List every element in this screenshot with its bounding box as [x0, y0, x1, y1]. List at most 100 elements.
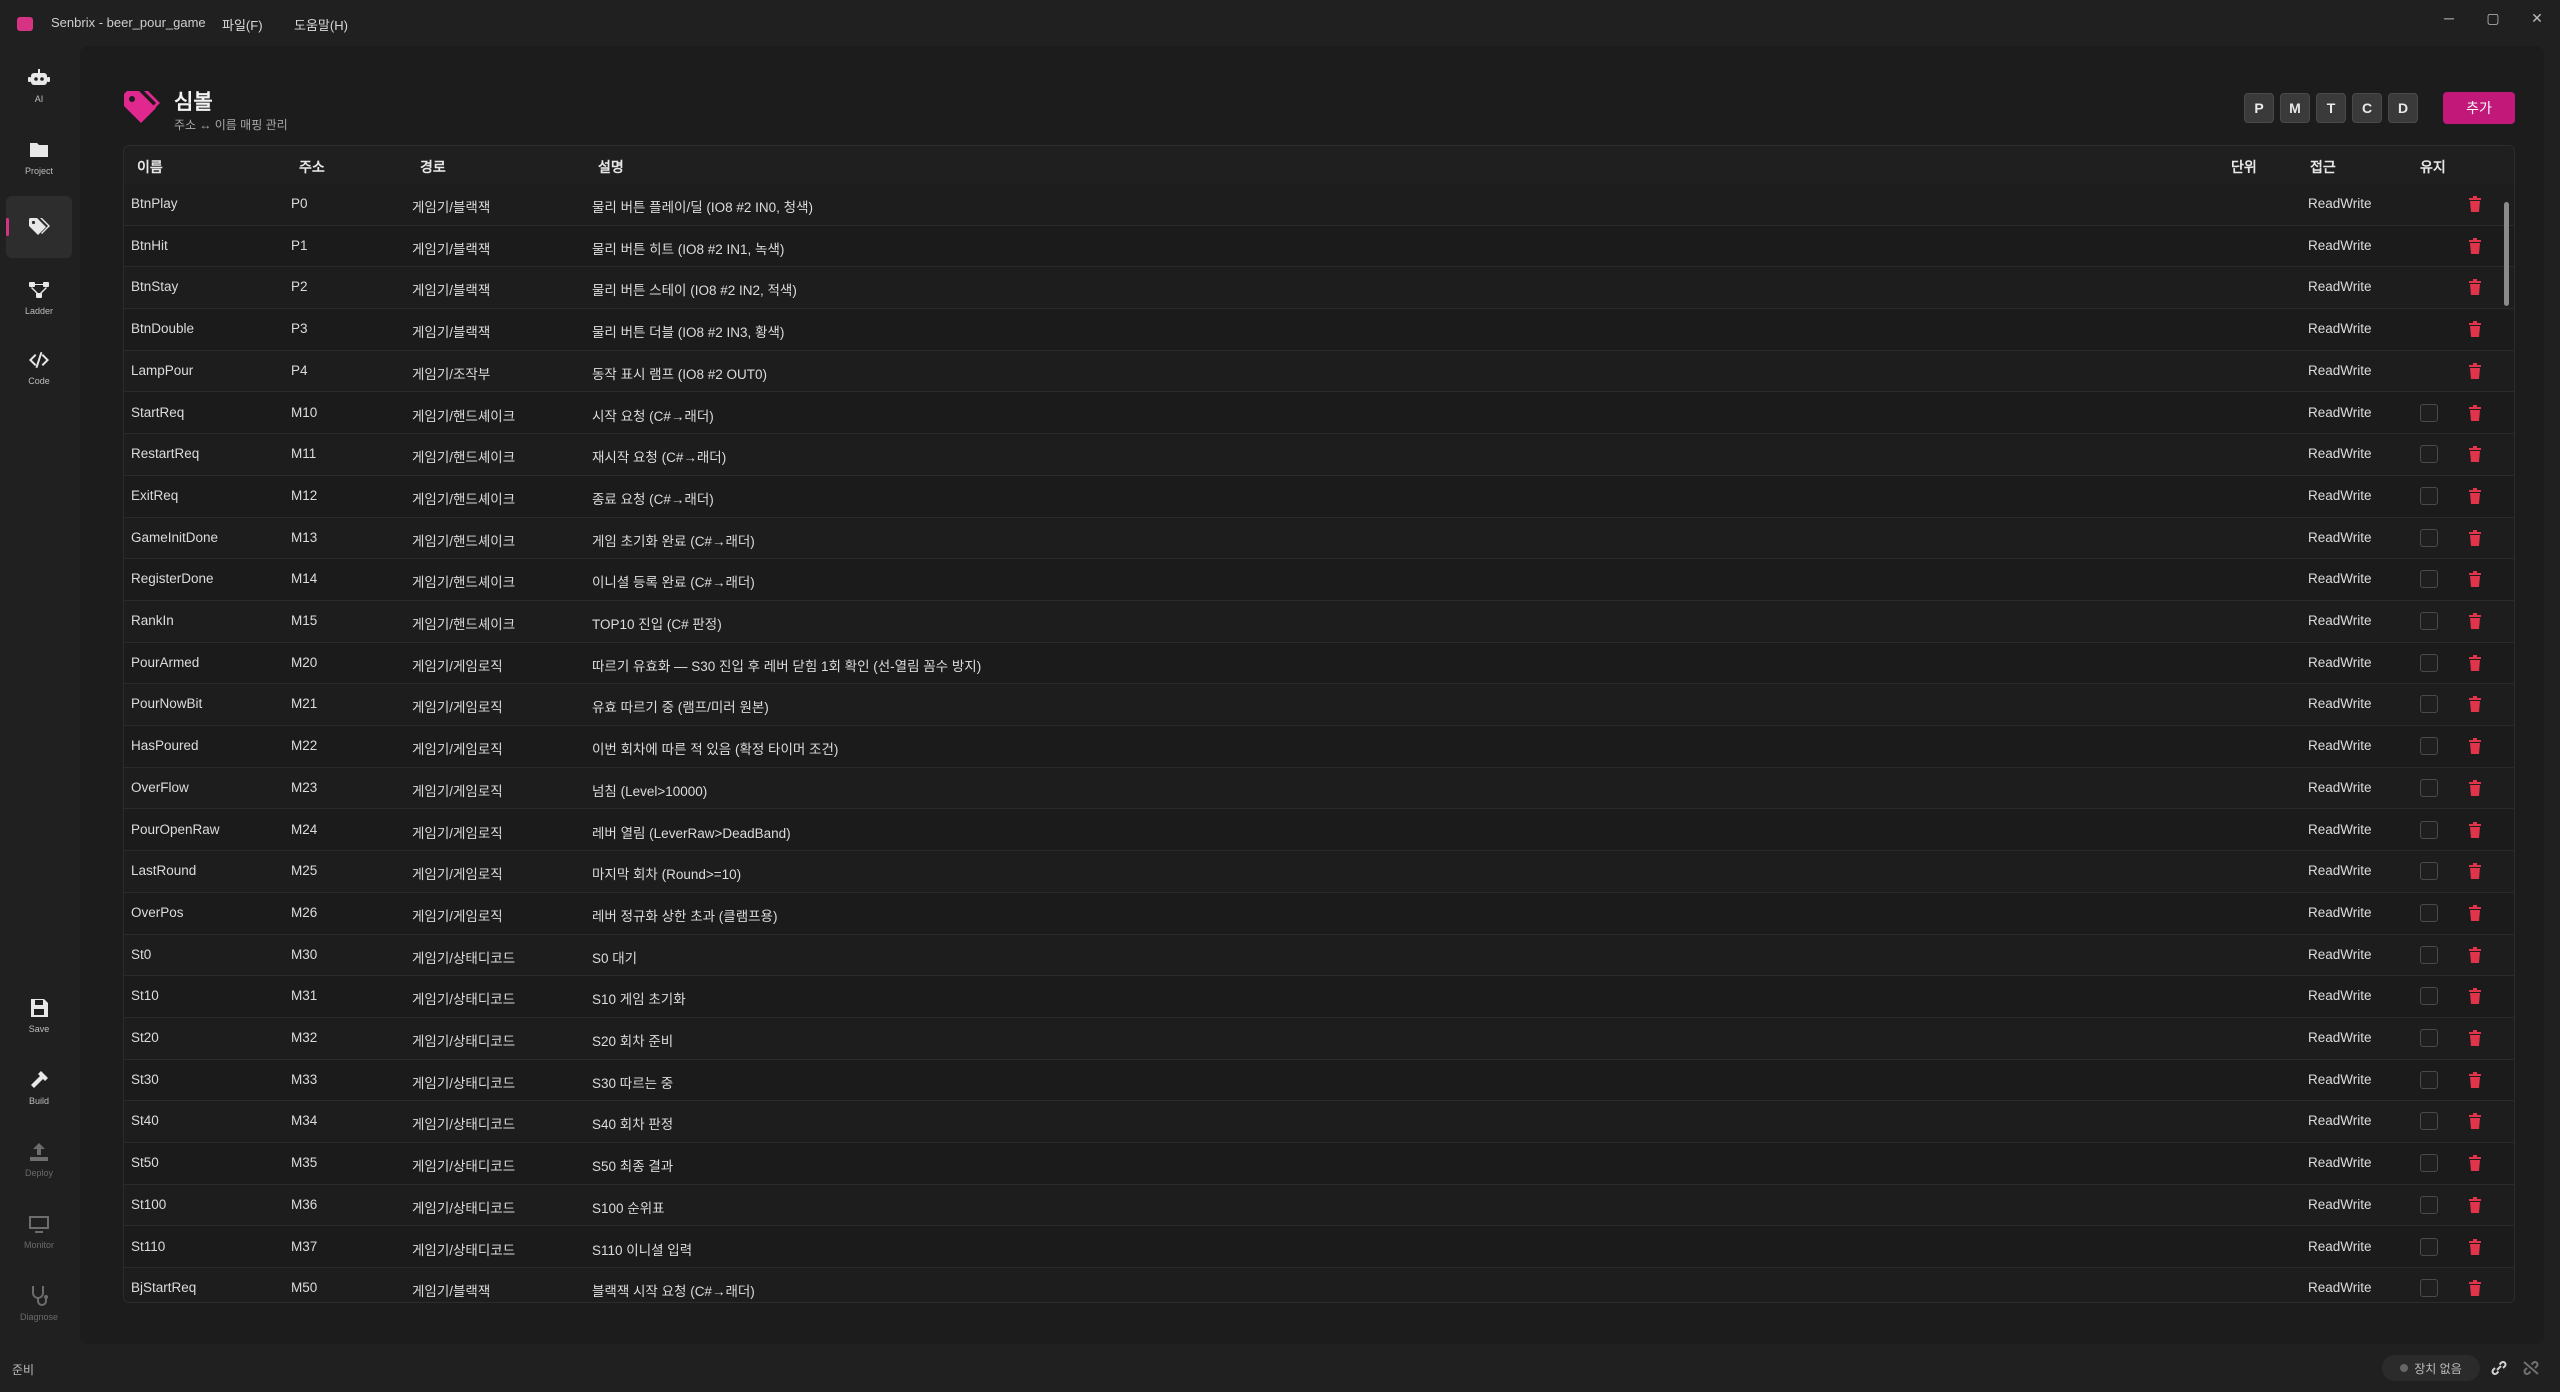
delete-icon[interactable]: [2468, 654, 2482, 671]
column-header-name[interactable]: 이름: [137, 157, 163, 177]
filter-p-button[interactable]: P: [2244, 93, 2274, 123]
delete-icon[interactable]: [2468, 904, 2482, 921]
cell-access[interactable]: ReadWrite: [2308, 863, 2372, 878]
table-row[interactable]: HasPoured M22 게임기/게임로직 이번 회차에 따른 적 있음 (확정 타…: [124, 726, 2514, 768]
cell-access[interactable]: ReadWrite: [2308, 1197, 2372, 1212]
delete-icon[interactable]: [2468, 487, 2482, 504]
delete-icon[interactable]: [2468, 613, 2482, 629]
table-row[interactable]: OverPos M26 게임기/게임로직 레버 정규화 상한 초과 (클램프용) Rea…: [124, 893, 2514, 935]
column-header-retain[interactable]: 유지: [2420, 157, 2446, 177]
minimize-button[interactable]: ─: [2434, 6, 2464, 30]
cell-access[interactable]: ReadWrite: [2308, 905, 2372, 920]
cell-access[interactable]: ReadWrite: [2308, 655, 2372, 670]
table-row[interactable]: BtnDouble P3 게임기/블랙잭 물리 버튼 더블 (IO8 #2 IN3, …: [124, 309, 2514, 351]
cell-access[interactable]: ReadWrite: [2308, 613, 2372, 628]
cell-path[interactable]: 게임기/상태디코드: [412, 1072, 515, 1092]
cell-name[interactable]: PourNowBit: [131, 696, 202, 711]
cell-access[interactable]: ReadWrite: [2308, 405, 2372, 420]
cell-description[interactable]: 재시작 요청 (C#→래더): [592, 446, 726, 466]
cell-name[interactable]: BtnDouble: [131, 321, 194, 336]
retain-checkbox[interactable]: [2420, 1154, 2438, 1173]
menu-file[interactable]: 파일(F): [222, 15, 263, 34]
table-row[interactable]: St30 M33 게임기/상태디코드 S30 따르는 중 ReadWrite: [124, 1060, 2514, 1102]
table-row[interactable]: ExitReq M12 게임기/핸드셰이크 종료 요청 (C#→래더) ReadWrit…: [124, 476, 2514, 518]
cell-name[interactable]: OverPos: [131, 905, 184, 920]
cell-path[interactable]: 게임기/핸드셰이크: [412, 405, 515, 425]
cell-description[interactable]: 종료 요청 (C#→래더): [592, 488, 714, 508]
cell-path[interactable]: 게임기/조작부: [412, 363, 490, 383]
cell-path[interactable]: 게임기/핸드셰이크: [412, 530, 515, 550]
cell-name[interactable]: RankIn: [131, 613, 174, 628]
cell-description[interactable]: 블랙잭 시작 요청 (C#→래더): [592, 1280, 755, 1300]
retain-checkbox[interactable]: [2420, 445, 2438, 464]
delete-icon[interactable]: [2468, 321, 2482, 338]
cell-access[interactable]: ReadWrite: [2308, 1072, 2372, 1087]
cell-name[interactable]: BtnPlay: [131, 196, 178, 211]
retain-checkbox[interactable]: [2420, 1029, 2438, 1047]
cell-path[interactable]: 게임기/핸드셰이크: [412, 571, 515, 591]
retain-checkbox[interactable]: [2420, 403, 2438, 422]
delete-icon[interactable]: [2468, 1113, 2482, 1130]
cell-address[interactable]: M22: [291, 738, 317, 753]
cell-address[interactable]: M36: [291, 1197, 317, 1212]
delete-icon[interactable]: [2468, 404, 2482, 421]
delete-icon[interactable]: [2468, 362, 2482, 379]
menu-help[interactable]: 도움말(H): [294, 15, 348, 34]
cell-path[interactable]: 게임기/게임로직: [412, 863, 503, 883]
column-header-description[interactable]: 설명: [598, 157, 624, 177]
cell-description[interactable]: 동작 표시 램프 (IO8 #2 OUT0): [592, 363, 767, 383]
cell-name[interactable]: PourOpenRaw: [131, 822, 220, 837]
retain-checkbox[interactable]: [2420, 1195, 2438, 1214]
cell-address[interactable]: M24: [291, 822, 317, 837]
cell-address[interactable]: M10: [291, 405, 317, 420]
retain-checkbox[interactable]: [2420, 820, 2438, 839]
delete-icon[interactable]: [2468, 237, 2482, 254]
cell-access[interactable]: ReadWrite: [2308, 696, 2372, 711]
cell-access[interactable]: ReadWrite: [2308, 1155, 2372, 1170]
retain-checkbox[interactable]: [2420, 862, 2438, 881]
cell-access[interactable]: ReadWrite: [2308, 1030, 2372, 1045]
retain-checkbox[interactable]: [2420, 570, 2438, 589]
cell-address[interactable]: M21: [291, 696, 317, 711]
table-row[interactable]: OverFlow M23 게임기/게임로직 넘침 (Level>10000) ReadW…: [124, 767, 2514, 810]
cell-description[interactable]: S30 따르는 중: [592, 1072, 673, 1092]
cell-name[interactable]: LastRound: [131, 863, 196, 878]
cell-name[interactable]: RegisterDone: [131, 571, 214, 586]
rail-item-monitor[interactable]: Monitor: [6, 1200, 72, 1262]
cell-access[interactable]: ReadWrite: [2308, 446, 2372, 461]
cell-path[interactable]: 게임기/상태디코드: [412, 1239, 515, 1259]
cell-description[interactable]: S40 회차 판정: [592, 1113, 673, 1133]
cell-access[interactable]: ReadWrite: [2308, 738, 2372, 753]
delete-icon[interactable]: [2468, 196, 2482, 212]
rail-item-ai[interactable]: AI: [6, 54, 72, 116]
close-button[interactable]: ✕: [2522, 6, 2552, 30]
cell-description[interactable]: S100 순위표: [592, 1197, 665, 1217]
cell-name[interactable]: OverFlow: [131, 780, 189, 795]
cell-address[interactable]: M11: [291, 446, 316, 461]
cell-description[interactable]: S110 이니셜 입력: [592, 1239, 692, 1259]
cell-access[interactable]: ReadWrite: [2308, 321, 2372, 336]
retain-checkbox[interactable]: [2420, 903, 2438, 922]
retain-checkbox[interactable]: [2420, 1237, 2438, 1256]
cell-name[interactable]: BtnStay: [131, 279, 178, 294]
column-header-path[interactable]: 경로: [420, 157, 446, 177]
cell-description[interactable]: 이니셜 등록 완료 (C#→래더): [592, 571, 755, 591]
device-status[interactable]: 장치 없음: [2382, 1355, 2480, 1381]
cell-path[interactable]: 게임기/상태디코드: [412, 988, 515, 1008]
cell-name[interactable]: St20: [131, 1030, 159, 1045]
delete-icon[interactable]: [2468, 1196, 2482, 1213]
cell-path[interactable]: 게임기/상태디코드: [412, 1030, 515, 1050]
delete-icon[interactable]: [2468, 821, 2482, 838]
cell-path[interactable]: 게임기/블랙잭: [412, 1280, 490, 1300]
cell-name[interactable]: ExitReq: [131, 488, 178, 503]
retain-checkbox[interactable]: [2420, 778, 2438, 797]
cell-path[interactable]: 게임기/게임로직: [412, 905, 503, 925]
table-row[interactable]: St100 M36 게임기/상태디코드 S100 순위표 ReadWrite: [124, 1184, 2514, 1227]
cell-access[interactable]: ReadWrite: [2308, 1113, 2372, 1128]
delete-icon[interactable]: [2468, 571, 2482, 588]
cell-description[interactable]: 따르기 유효화 — S30 진입 후 레버 닫힘 1회 확인 (선-열림 꼼수 …: [592, 655, 981, 675]
cell-description[interactable]: S0 대기: [592, 947, 637, 967]
cell-description[interactable]: 레버 열림 (LeverRaw>DeadBand): [592, 822, 791, 842]
cell-path[interactable]: 게임기/블랙잭: [412, 238, 490, 258]
rail-item-ladder[interactable]: Ladder: [6, 266, 72, 328]
